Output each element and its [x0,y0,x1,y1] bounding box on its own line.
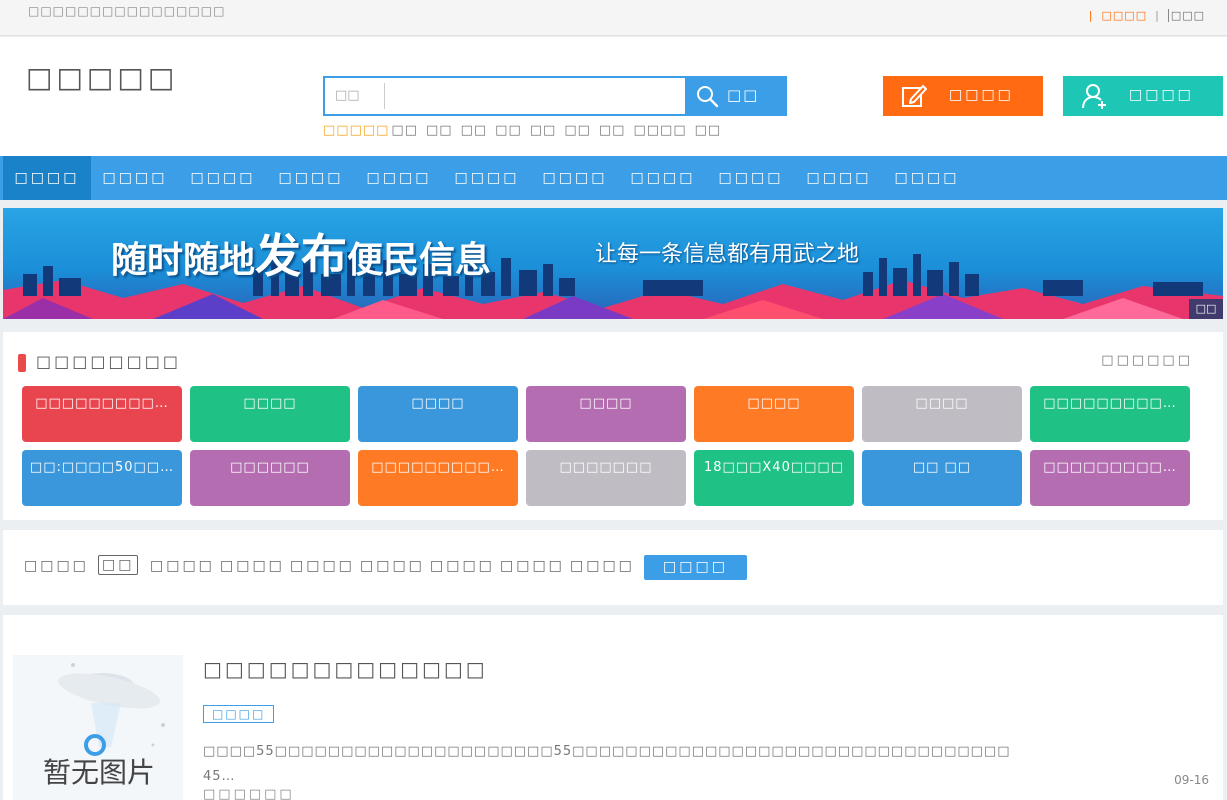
search-button[interactable]: □□ [685,76,787,116]
user-center-button[interactable]: □□□□ [1063,76,1223,116]
hot-word[interactable]: □□ [564,123,591,138]
listing-description-line: 45… [203,769,236,784]
category-tile[interactable]: □□□□ [862,386,1022,442]
section-title: □□□□□□□□ [36,352,181,371]
banner-slogan-part: 发布 [255,229,348,283]
listing-date: 09-16 [1174,773,1209,787]
filter-item[interactable]: □□□□ [500,558,565,574]
edit-icon [902,85,927,107]
nav-item[interactable]: □□□□ [179,156,267,200]
category-tile[interactable]: □□□□□□□□□… [1030,450,1190,506]
nav-item[interactable]: □□□□ [707,156,795,200]
banner-slogan-part: 随时随地 [111,240,256,281]
filter-item[interactable]: □□□□ [24,558,89,574]
section-marker [18,354,26,372]
category-tile[interactable]: 18□□□X40□□□□ [694,450,854,506]
promo-banner[interactable]: 随时随地发布便民信息 让每一条信息都有用武之地 □□ [3,208,1223,319]
filter-item-selected[interactable]: □□ [98,555,139,575]
search-icon [697,86,719,108]
nav-item[interactable]: □□□□ [619,156,707,200]
hot-word[interactable]: □□ [391,123,418,138]
listing-description: □□□□55□□□□□□□□□□□□□□□□□□□□□55□□□□□□□□□□□… [203,739,1011,789]
nav-item[interactable]: □□□□ [531,156,619,200]
listing-title[interactable]: □□□□□□□□□□□□□ [203,657,488,681]
no-image-text: 暂无图片 [43,756,156,789]
filter-item[interactable]: □□□□ [430,558,495,574]
nav-item[interactable]: □□□□ [355,156,443,200]
filter-item[interactable]: □□□□ [360,558,425,574]
publish-button-label: □□□□ [949,87,1014,103]
listing-description-line: □□□□55□□□□□□□□□□□□□□□□□□□□□55□□□□□□□□□□□… [203,744,1011,759]
hot-word[interactable]: □□□□ [633,123,686,138]
login-link[interactable]: □□□□ [1102,9,1148,22]
listing-tag: □□□□ [203,705,275,723]
featured-panel: □□□□□□□□ □□□□□□ □□□□□□□□□… □□□□ □□□□ □□□□ □□… [3,332,1223,520]
welcome-text: □□□□□□□□□□□□□□□□ [28,4,226,18]
nav-item[interactable]: □□□□ [267,156,355,200]
divider: | [1088,9,1094,22]
filter-item[interactable]: □□□□ [290,558,355,574]
search-button-label: □□ [727,86,760,104]
hot-word[interactable]: □□ [426,123,453,138]
top-links: | □□□□ | □□□ [1081,9,1205,22]
user-center-label: □□□□ [1129,87,1194,103]
user-add-icon [1082,84,1106,109]
search-box: □□ □□ [323,76,787,116]
hot-word[interactable]: □□ [530,123,557,138]
site-logo[interactable]: □□□□□ [26,61,178,94]
filter-item[interactable]: □□□□ [570,558,635,574]
hot-label: □□□□□ [323,123,390,138]
listing-meta: □□□□□□ [203,787,295,800]
header: □□□□□ □□ □□ □□□□□ □□ □□ □□ □□ □□ □□ □□ □□□□ □□ □□… [0,37,1227,156]
banner-slogan: 随时随地发布便民信息 [111,220,491,286]
hot-word[interactable]: □□ [461,123,488,138]
category-tile[interactable]: □□□□□□□□□… [22,386,182,442]
filter-item[interactable]: □□□□ [220,558,285,574]
category-tile[interactable]: □□□□ [526,386,686,442]
nav-item[interactable]: □□□□ [443,156,531,200]
nav-item[interactable]: □□□□ [795,156,883,200]
filter-item[interactable]: □□□□ [150,558,215,574]
listing-thumbnail[interactable]: 暂无图片 [13,655,183,800]
search-category-select[interactable]: □□ [325,78,385,114]
category-tile[interactable]: □□□□□□ [190,450,350,506]
category-tile[interactable]: □□□□ [694,386,854,442]
search-input[interactable] [387,78,685,114]
hot-word[interactable]: □□ [599,123,626,138]
banner-subslogan: 让每一条信息都有用武之地 [595,242,860,267]
hot-word[interactable]: □□ [495,123,522,138]
main-nav: □□□□ □□□□ □□□□ □□□□ □□□□ □□□□ □□□□ □□□□ … [0,156,1227,200]
category-tile[interactable]: □□:□□□□50□□… [22,450,182,506]
category-tile[interactable]: □□□□ [358,386,518,442]
listing-panel: 暂无图片 □□□□□□□□□□□□□ □□□□ □□□□55□□□□□□□□□□… [3,615,1223,800]
register-link[interactable]: □□□ [1167,9,1205,22]
divider: | [1155,9,1160,22]
banner-slogan-part: 便民信息 [347,240,492,281]
filter-bar: □□□□ □□ □□□□ □□□□ □□□□ □□□□ □□□□ □□□□ □□… [3,530,1223,605]
nav-item[interactable]: □□□□ [883,156,971,200]
filter-submit-button[interactable]: □□□□ [644,555,747,580]
hot-word[interactable]: □□ [695,123,722,138]
category-tile[interactable]: □□□□□□□ [526,450,686,506]
hot-words: □□□□□ □□ □□ □□ □□ □□ □□ □□ □□□□ □□ [323,123,729,138]
category-tile[interactable]: □□□□ [190,386,350,442]
category-tile[interactable]: □□□□□□□□□… [1030,386,1190,442]
category-tile[interactable]: □□ □□ [862,450,1022,506]
category-tile[interactable]: □□□□□□□□□… [358,450,518,506]
top-bar: □□□□□□□□□□□□□□□□ | □□□□ | □□□ [0,0,1227,36]
nav-item[interactable]: □□□□ [91,156,179,200]
publish-button[interactable]: □□□□ [883,76,1043,116]
more-link[interactable]: □□□□□□ [1101,353,1193,368]
ad-tag: □□ [1189,299,1223,319]
nav-item-home[interactable]: □□□□ [3,156,91,200]
